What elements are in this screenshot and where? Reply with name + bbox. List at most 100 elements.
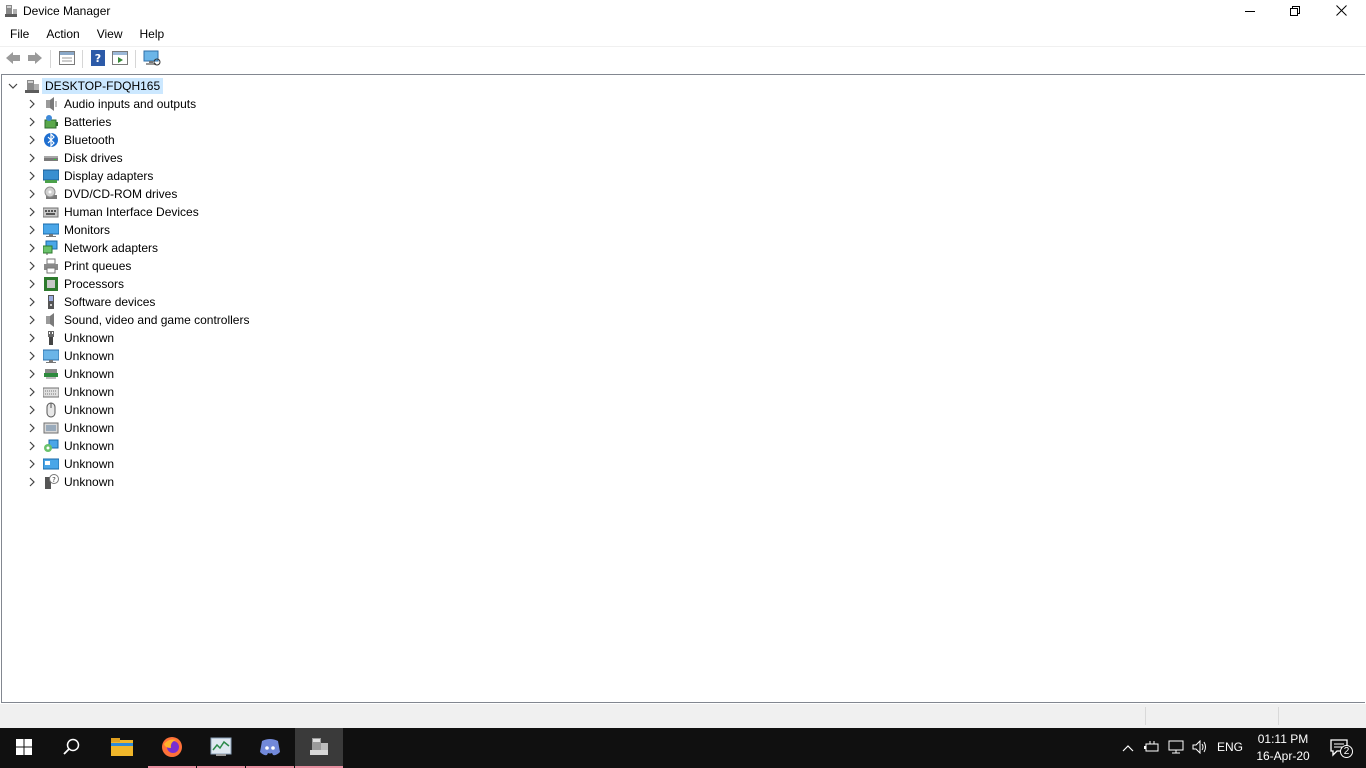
expand-chevron-icon[interactable]: [27, 441, 37, 451]
tree-category-item[interactable]: Unknown: [2, 455, 262, 473]
tree-category-item[interactable]: Unknown: [2, 419, 262, 437]
battery-tray-button[interactable]: [1142, 728, 1162, 768]
restore-icon: [1290, 5, 1300, 19]
tree-category-label: Monitors: [64, 223, 111, 237]
expand-chevron-icon[interactable]: [27, 387, 37, 397]
menu-help[interactable]: Help: [130, 23, 172, 44]
tree-category-item[interactable]: Print queues: [2, 257, 262, 275]
show-hidden-icons-button[interactable]: [1118, 728, 1138, 768]
taskbar: ENG 01:11 PM 16-Apr-20 2: [0, 728, 1366, 768]
update-driver-button[interactable]: [110, 50, 130, 68]
expand-chevron-icon[interactable]: [27, 225, 37, 235]
notification-count-badge: 2: [1340, 745, 1353, 758]
properties-button[interactable]: [57, 50, 77, 68]
menu-file[interactable]: File: [0, 23, 36, 44]
monitor-icon: [42, 222, 60, 238]
computer-icon: [42, 348, 60, 364]
expand-chevron-icon[interactable]: [27, 189, 37, 199]
search-button[interactable]: [48, 728, 96, 768]
expand-chevron-icon[interactable]: [27, 459, 37, 469]
tree-category-item[interactable]: Human Interface Devices: [2, 203, 262, 221]
minimize-button[interactable]: [1227, 0, 1273, 23]
svg-text:?: ?: [95, 52, 101, 65]
collapse-chevron-icon[interactable]: [8, 81, 18, 91]
menu-action[interactable]: Action: [36, 23, 86, 44]
properties-icon: [59, 50, 75, 68]
action-center-button[interactable]: 2: [1320, 728, 1360, 768]
back-button[interactable]: [3, 50, 23, 68]
expand-chevron-icon[interactable]: [27, 117, 37, 127]
expand-chevron-icon[interactable]: [27, 405, 37, 415]
expand-chevron-icon[interactable]: [27, 261, 37, 271]
tree-category-item[interactable]: Unknown: [2, 383, 262, 401]
expand-chevron-icon[interactable]: [27, 279, 37, 289]
expand-chevron-icon[interactable]: [27, 171, 37, 181]
window-title: Device Manager: [23, 4, 111, 18]
input-language-indicator[interactable]: ENG: [1217, 740, 1243, 754]
title-bar: Device Manager: [0, 0, 1366, 23]
tree-category-item[interactable]: Bluetooth: [2, 131, 262, 149]
unknown-device-icon: ?: [43, 474, 59, 490]
help-button[interactable]: ?: [88, 49, 108, 69]
tree-category-item[interactable]: Monitors: [2, 221, 262, 239]
scan-hardware-button[interactable]: [142, 50, 162, 68]
tree-category-item[interactable]: Unknown: [2, 347, 262, 365]
usb-icon: [43, 330, 59, 346]
expand-chevron-icon[interactable]: [27, 333, 37, 343]
network-icon: [1168, 740, 1184, 757]
tree-category-item[interactable]: Network adapters: [2, 239, 262, 257]
minimize-icon: [1245, 5, 1255, 19]
tree-category-item[interactable]: Unknown: [2, 401, 262, 419]
update-driver-icon: [112, 50, 128, 68]
expand-chevron-icon[interactable]: [27, 351, 37, 361]
tree-category-item[interactable]: Unknown: [2, 437, 262, 455]
taskbar-clock[interactable]: 01:11 PM 16-Apr-20: [1248, 731, 1318, 765]
start-icon: [16, 738, 32, 758]
tree-category-item[interactable]: Unknown: [2, 365, 262, 383]
tree-category-item[interactable]: Sound, video and game controllers: [2, 311, 262, 329]
tree-category-item[interactable]: Software devices: [2, 293, 262, 311]
tree-category-item[interactable]: Disk drives: [2, 149, 262, 167]
expand-chevron-icon[interactable]: [27, 243, 37, 253]
expand-chevron-icon[interactable]: [27, 153, 37, 163]
tree-category-item[interactable]: Batteries: [2, 113, 262, 131]
notification-icon: 2: [1329, 738, 1353, 758]
expand-chevron-icon[interactable]: [27, 207, 37, 217]
expand-chevron-icon[interactable]: [27, 477, 37, 487]
tree-category-item[interactable]: ? Unknown: [2, 473, 262, 491]
volume-tray-button[interactable]: [1189, 728, 1211, 768]
expand-chevron-icon[interactable]: [27, 297, 37, 307]
tree-root[interactable]: DESKTOP-FDQH165: [2, 77, 202, 95]
expand-chevron-icon[interactable]: [27, 315, 37, 325]
network-tray-button[interactable]: [1165, 728, 1187, 768]
close-button[interactable]: [1318, 0, 1364, 23]
taskbar-device-manager[interactable]: [295, 728, 343, 768]
start-button[interactable]: [0, 728, 48, 768]
computer-icon: [24, 78, 40, 94]
expand-chevron-icon[interactable]: [27, 423, 37, 433]
tree-category-item[interactable]: Display adapters: [2, 167, 262, 185]
tree-category-label: Print queues: [64, 259, 132, 273]
forward-button[interactable]: [25, 50, 45, 68]
tree-category-label: Unknown: [64, 403, 115, 417]
expand-chevron-icon[interactable]: [27, 99, 37, 109]
taskbar-task-manager[interactable]: [197, 728, 245, 768]
ide-controller-icon: [43, 366, 59, 382]
expand-chevron-icon[interactable]: [27, 135, 37, 145]
tree-category-item[interactable]: DVD/CD-ROM drives: [2, 185, 262, 203]
tree-category-item[interactable]: Audio inputs and outputs: [2, 95, 262, 113]
menu-view[interactable]: View: [87, 23, 130, 44]
restore-button[interactable]: [1272, 0, 1318, 23]
taskbar-file-explorer[interactable]: [98, 728, 146, 768]
keyboard-icon: [42, 384, 60, 400]
expand-chevron-icon[interactable]: [27, 369, 37, 379]
help-icon: ?: [90, 49, 106, 69]
tree-category-item[interactable]: Processors: [2, 275, 262, 293]
device-tree[interactable]: DESKTOP-FDQH165 Audio inputs and outputs…: [1, 74, 1365, 703]
taskbar-firefox[interactable]: [148, 728, 196, 768]
tree-category-item[interactable]: Unknown: [2, 329, 262, 347]
system-device-icon: [43, 438, 59, 454]
taskbar-discord[interactable]: [246, 728, 294, 768]
tree-category-label: Unknown: [64, 457, 115, 471]
storage-controller-icon: [43, 420, 59, 436]
